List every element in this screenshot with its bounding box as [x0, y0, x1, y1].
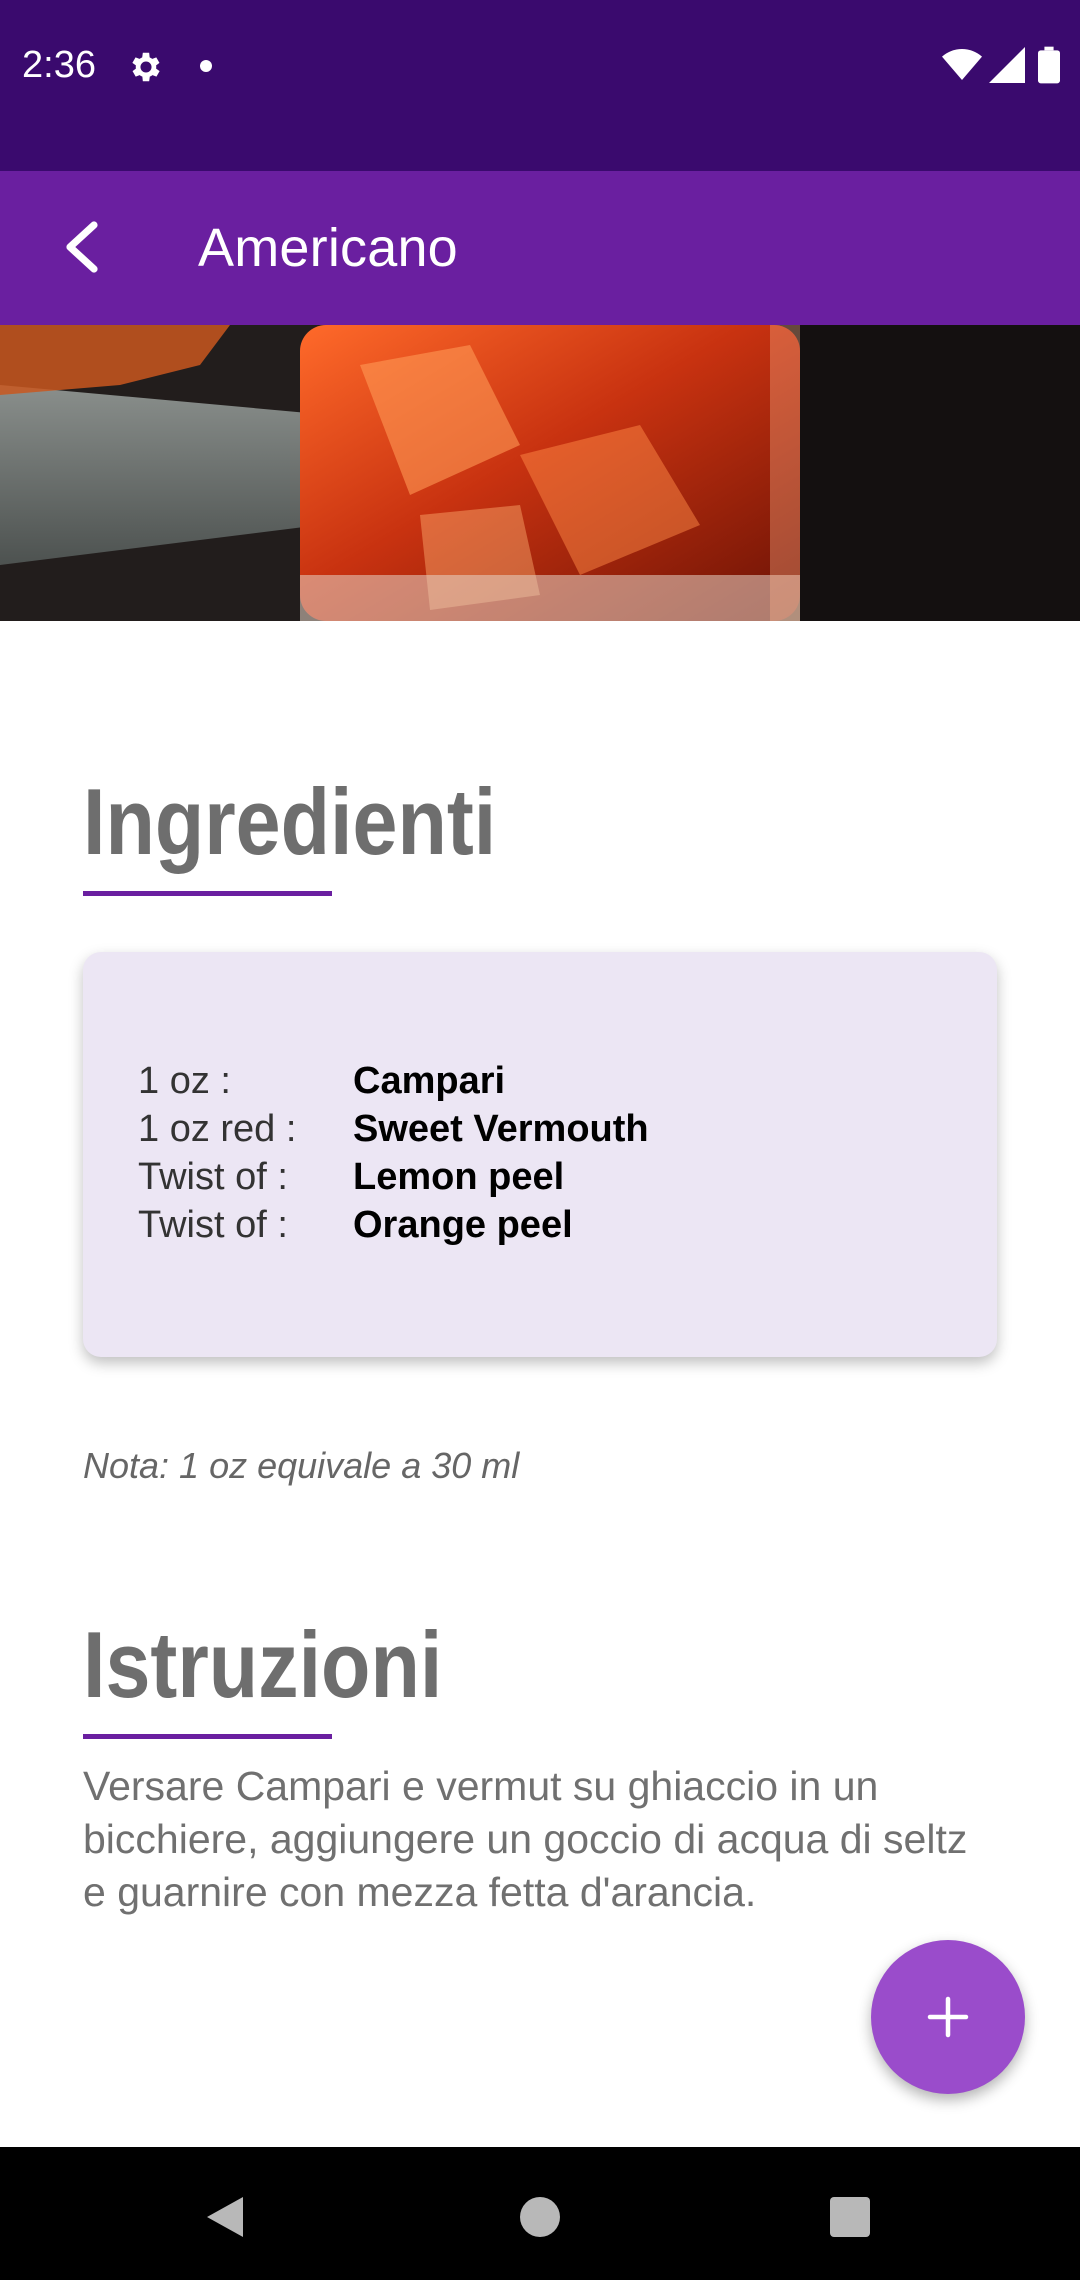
ingredient-name: Lemon peel [353, 1156, 565, 1198]
conversion-note: Nota: 1 oz equivale a 30 ml [83, 1445, 520, 1486]
settings-icon [132, 52, 160, 82]
ingredients-underline [83, 891, 332, 896]
app-bar: Americano [0, 171, 1080, 325]
cell-signal-icon [989, 47, 1025, 83]
ingredient-row: 1 oz red : Sweet Vermouth [138, 1108, 649, 1156]
ingredient-row: Twist of : Lemon peel [138, 1156, 564, 1204]
battery-icon [1038, 46, 1060, 84]
ingredient-row: Twist of : Orange peel [138, 1204, 573, 1252]
ingredient-quantity: Twist of : [138, 1156, 288, 1198]
ingredients-card: 1 oz : Campari 1 oz red : Sweet Vermouth… [83, 952, 997, 1357]
instructions-text: Versare Campari e vermut su ghiaccio in … [83, 1763, 968, 1915]
ingredient-quantity: 1 oz red : [138, 1108, 297, 1150]
nav-recents-button[interactable] [820, 2187, 880, 2247]
notification-dot-icon [200, 60, 212, 72]
nav-back-button[interactable] [195, 2187, 255, 2247]
status-time: 2:36 [22, 44, 96, 86]
wifi-icon [942, 49, 982, 80]
back-button[interactable] [40, 207, 120, 287]
instructions-title: Istruzioni [83, 1612, 443, 1717]
nav-recents-icon [830, 2197, 870, 2237]
page-title: Americano [198, 218, 458, 278]
nav-home-button[interactable] [510, 2187, 570, 2247]
instructions-underline [83, 1734, 332, 1739]
add-fab-button[interactable] [871, 1940, 1025, 2094]
status-icons [942, 46, 1060, 84]
cocktail-image [0, 325, 1080, 621]
ingredient-quantity: 1 oz : [138, 1060, 231, 1102]
back-arrow-icon [66, 221, 98, 273]
system-nav-bar [0, 2147, 1080, 2280]
ingredient-name: Campari [353, 1060, 506, 1102]
ingredient-name: Sweet Vermouth [353, 1108, 649, 1150]
ingredient-name: Orange peel [353, 1204, 573, 1246]
plus-icon [927, 1996, 969, 2038]
ingredient-quantity: Twist of : [138, 1204, 288, 1246]
screen: 2:36 Americano Ingredienti 1 oz: Campar… [0, 0, 1080, 2280]
ingredient-row: 1 oz : Campari [138, 1060, 505, 1108]
nav-home-icon [520, 2197, 560, 2237]
nav-back-icon [207, 2197, 243, 2237]
ingredients-title: Ingredienti [83, 769, 497, 874]
status-bar: 2:36 [0, 0, 1080, 171]
